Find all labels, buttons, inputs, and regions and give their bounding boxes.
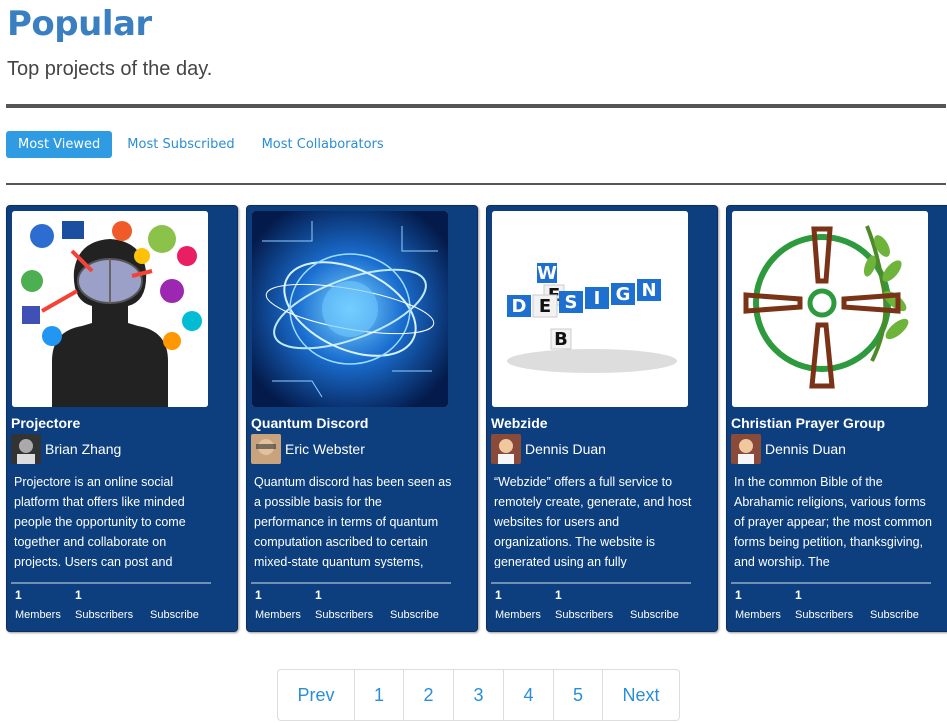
project-description: Projectore is an online social platform … [14, 475, 186, 568]
avatar[interactable] [11, 434, 41, 464]
avatar[interactable] [491, 434, 521, 464]
subscribe-button[interactable]: Subscribe [390, 609, 439, 621]
card-divider [251, 582, 451, 584]
members-label: Members [15, 609, 61, 621]
project-image[interactable]: W E B D E S I G N [492, 211, 688, 407]
author-name[interactable]: Eric Webster [285, 441, 365, 457]
members-count: 1 [15, 588, 22, 602]
page-subtitle: Top projects of the day. [7, 58, 213, 80]
next-page-button[interactable]: Next [603, 670, 679, 720]
author-name[interactable]: Brian Zhang [45, 441, 121, 457]
project-author[interactable]: Brian Zhang [11, 434, 121, 464]
card-divider [491, 582, 691, 584]
svg-text:W: W [537, 263, 557, 284]
card-divider [11, 582, 211, 584]
project-description: Quantum discord has been seen as a possi… [254, 475, 452, 568]
avatar[interactable] [251, 434, 281, 464]
sort-tabs: Most Viewed Most Subscribed Most Collabo… [6, 131, 399, 158]
project-title[interactable]: Projectore [11, 415, 80, 431]
project-title[interactable]: Quantum Discord [251, 415, 368, 431]
project-author[interactable]: Dennis Duan [731, 434, 846, 464]
subscribers-label: Subscribers [75, 609, 134, 621]
subscribers-label: Subscribers [555, 609, 614, 621]
page-1-link[interactable]: 1 [355, 670, 404, 720]
project-image[interactable] [252, 211, 448, 407]
members-count: 1 [735, 588, 742, 602]
subscribe-button[interactable]: Subscribe [150, 609, 199, 621]
subscribe-button[interactable]: Subscribe [870, 609, 919, 621]
tabs-divider [6, 183, 946, 185]
subscribers-count: 1 [555, 588, 562, 602]
project-description: In the common Bible of the Abrahamic rel… [734, 475, 933, 568]
members-count: 1 [255, 588, 262, 602]
page-title: Popular [7, 4, 152, 44]
subscribers-label: Subscribers [795, 609, 854, 621]
prev-page-button[interactable]: Prev [278, 670, 355, 720]
members-label: Members [255, 609, 301, 621]
subscribers-count: 1 [75, 588, 82, 602]
page-2-link[interactable]: 2 [404, 670, 454, 720]
project-card[interactable]: Quantum Discord Eric Webster Quantum dis… [246, 205, 478, 632]
project-title[interactable]: Webzide [491, 415, 548, 431]
svg-text:G: G [616, 284, 631, 305]
tab-most-viewed[interactable]: Most Viewed [6, 131, 113, 158]
tab-most-subscribed[interactable]: Most Subscribed [115, 131, 246, 158]
subscribers-label: Subscribers [315, 609, 374, 621]
svg-text:D: D [512, 296, 527, 317]
page-4-link[interactable]: 4 [504, 670, 554, 720]
svg-text:B: B [554, 329, 568, 350]
project-description: “Webzide” offers a full service to remot… [494, 475, 692, 568]
project-author[interactable]: Eric Webster [251, 434, 365, 464]
members-count: 1 [495, 588, 502, 602]
svg-text:N: N [641, 280, 656, 301]
project-image[interactable] [732, 211, 928, 407]
project-title[interactable]: Christian Prayer Group [731, 415, 885, 431]
tab-most-collaborators[interactable]: Most Collaborators [250, 131, 396, 158]
subscribers-count: 1 [315, 588, 322, 602]
author-name[interactable]: Dennis Duan [765, 441, 846, 457]
project-author[interactable]: Dennis Duan [491, 434, 606, 464]
svg-text:S: S [565, 292, 578, 313]
members-label: Members [735, 609, 781, 621]
page-5-link[interactable]: 5 [554, 670, 603, 720]
project-image[interactable] [12, 211, 208, 407]
svg-text:E: E [539, 296, 551, 317]
card-divider [731, 582, 931, 584]
page-3-link[interactable]: 3 [454, 670, 504, 720]
project-card[interactable]: W E B D E S I G N Webzide Dennis Duan “W… [486, 205, 718, 632]
pagination: Prev 1 2 3 4 5 Next [277, 669, 680, 721]
members-label: Members [495, 609, 541, 621]
avatar[interactable] [731, 434, 761, 464]
header-divider [6, 104, 946, 108]
author-name[interactable]: Dennis Duan [525, 441, 606, 457]
project-card[interactable]: Christian Prayer Group Dennis Duan In th… [726, 205, 947, 632]
svg-text:I: I [594, 288, 601, 309]
subscribers-count: 1 [795, 588, 802, 602]
subscribe-button[interactable]: Subscribe [630, 609, 679, 621]
project-card[interactable]: Projectore Brian Zhang Projectore is an … [6, 205, 238, 632]
